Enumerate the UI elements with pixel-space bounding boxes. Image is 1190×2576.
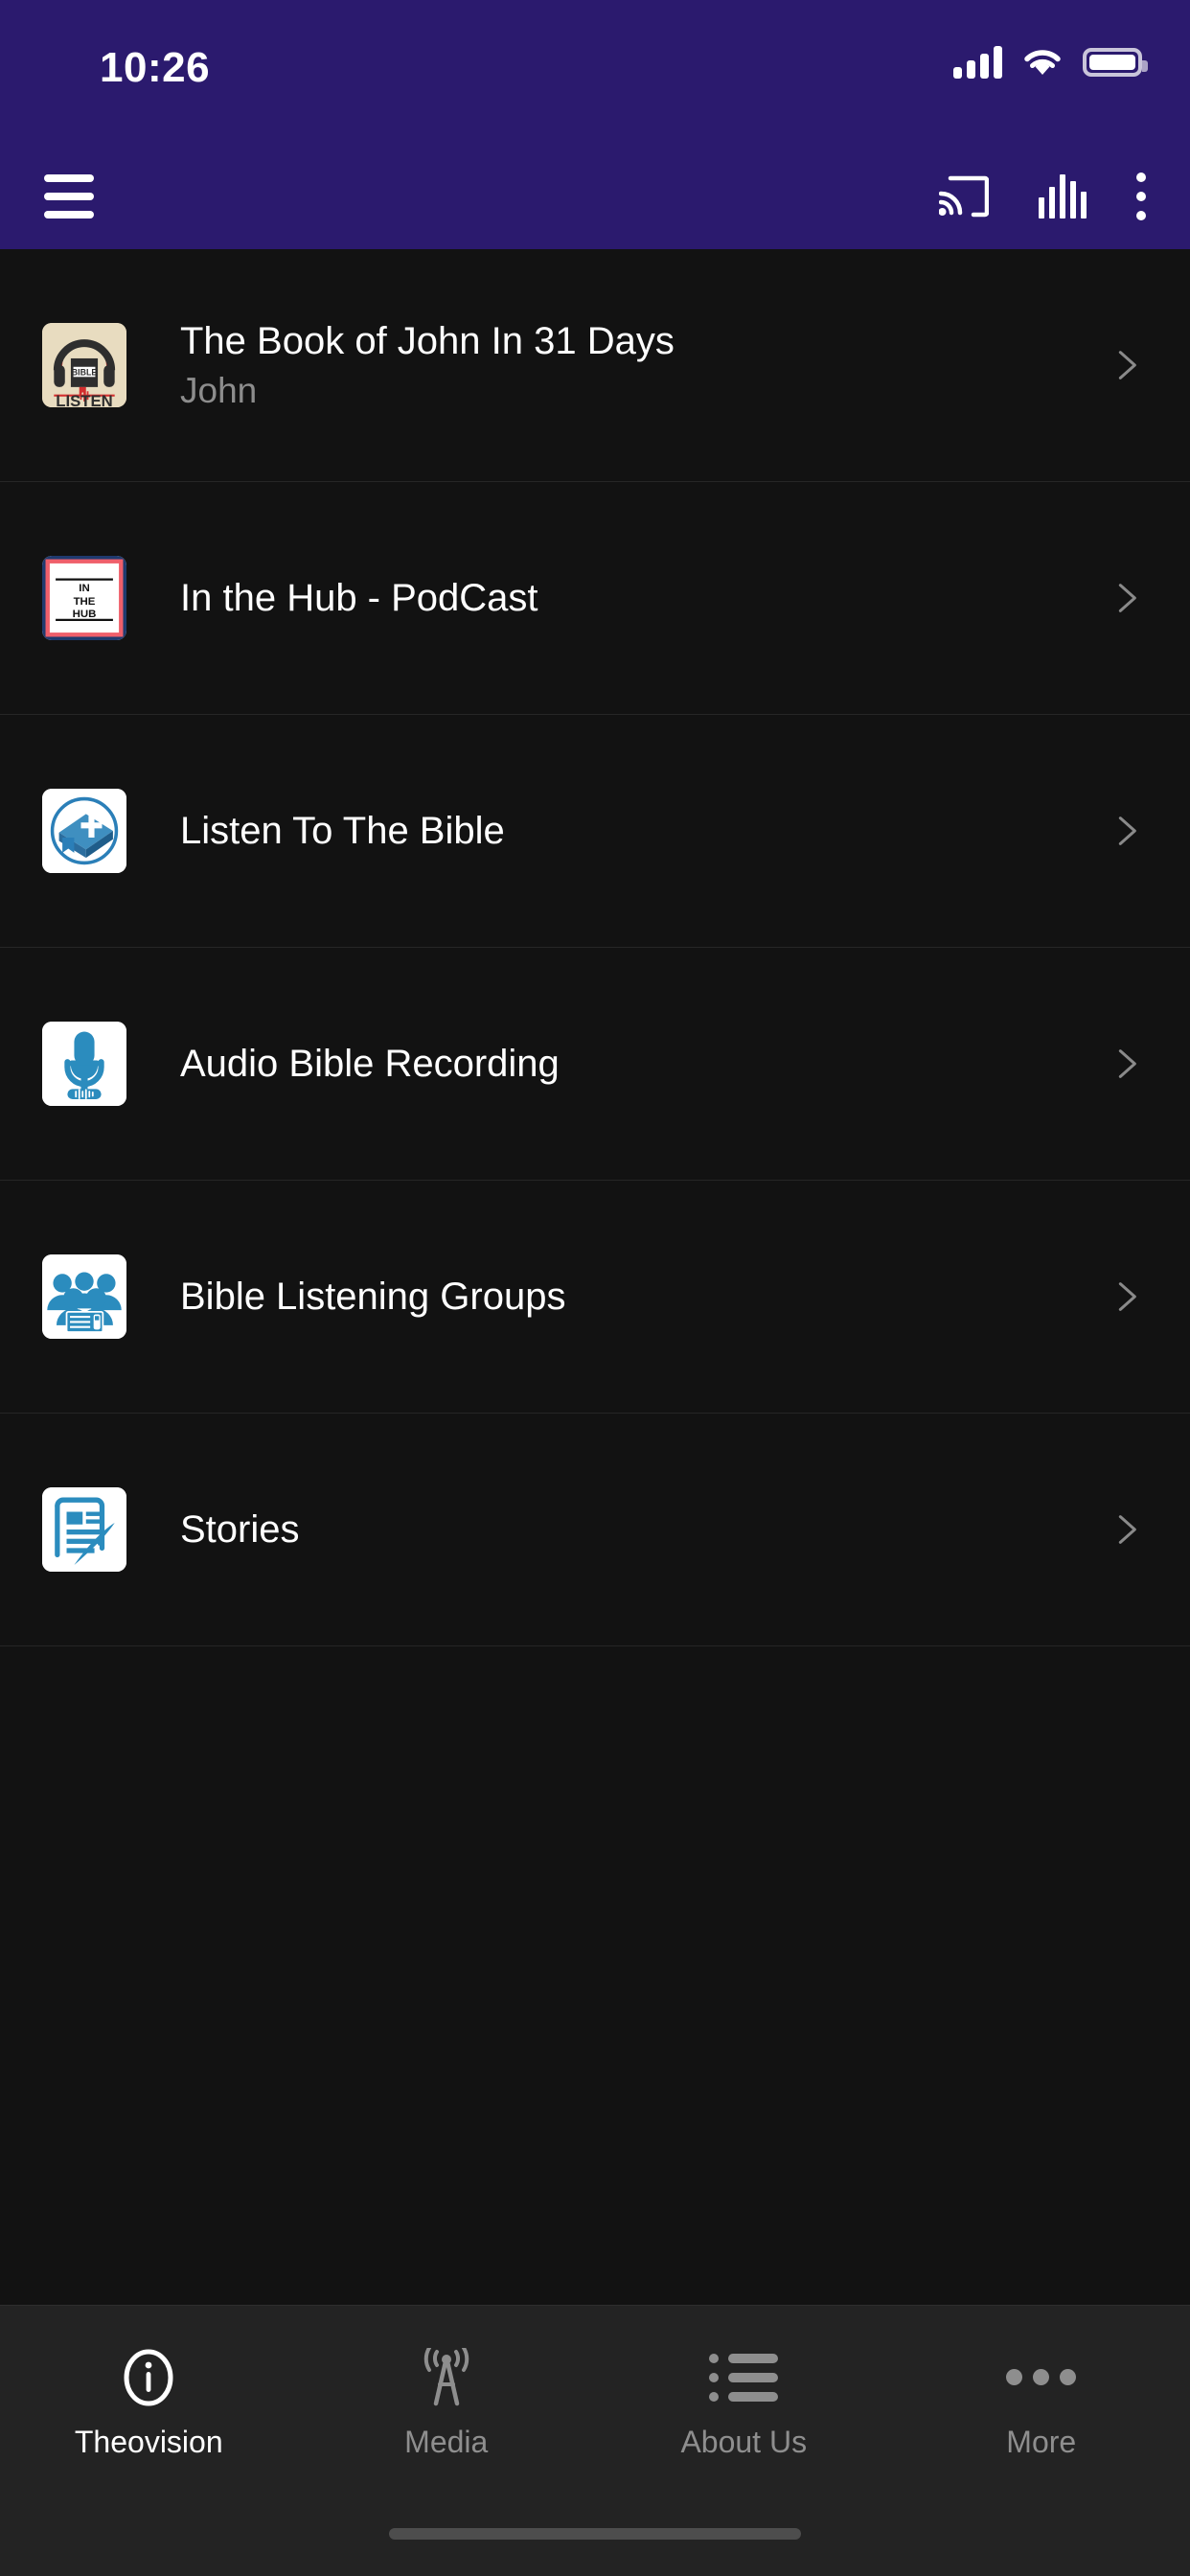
chevron-right-icon: [1118, 351, 1136, 380]
list-item-text: Listen To The Bible: [126, 809, 1108, 853]
wifi-icon: [1024, 50, 1061, 75]
list-item[interactable]: IN THE HUB In the Hub - PodCast: [0, 482, 1190, 715]
list-item[interactable]: Bible Listening Groups: [0, 1181, 1190, 1414]
thumbnail: IN THE HUB: [42, 556, 126, 640]
svg-text:THE: THE: [74, 596, 96, 608]
bible-circle-logo: [42, 789, 126, 873]
battery-full-icon: [1083, 48, 1148, 77]
tab-media[interactable]: Media: [298, 2306, 596, 2492]
list-item-text: Bible Listening Groups: [126, 1275, 1108, 1319]
list-item-title: The Book of John In 31 Days: [180, 320, 675, 363]
people-group-logo: [42, 1254, 126, 1339]
svg-text:BIBLE: BIBLE: [72, 368, 98, 378]
content-list: BIBLE LISTEN The Book of John In 31 Days…: [0, 249, 1190, 2305]
list-item[interactable]: Audio Bible Recording: [0, 948, 1190, 1181]
list-item-text: Audio Bible Recording: [126, 1042, 1108, 1086]
list-item-title: In the Hub - PodCast: [180, 577, 538, 619]
svg-text:LISTEN: LISTEN: [56, 392, 112, 407]
article-pen-logo: [42, 1487, 126, 1572]
in-the-hub-logo: IN THE HUB: [42, 556, 126, 640]
broadcast-tower-icon: [419, 2347, 474, 2407]
list-item-text: In the Hub - PodCast: [126, 576, 1108, 620]
app-bar: [0, 144, 1190, 249]
list-item[interactable]: Listen To The Bible: [0, 715, 1190, 948]
tab-more[interactable]: More: [893, 2306, 1190, 2492]
chevron-right-icon: [1118, 816, 1136, 845]
cellular-signal-icon: [953, 46, 1002, 79]
list-item[interactable]: Stories: [0, 1414, 1190, 1646]
status-icons: [953, 46, 1148, 79]
bible-listen-logo: BIBLE LISTEN: [42, 323, 126, 407]
app-bar-actions: [939, 172, 1146, 220]
status-bar: 10:26: [0, 0, 1190, 144]
tab-label: About Us: [680, 2424, 808, 2459]
list-item-subtitle: John: [180, 371, 258, 411]
tab-label: More: [1006, 2424, 1077, 2459]
audio-equalizer-icon[interactable]: [1039, 174, 1087, 218]
tab-theovision[interactable]: Theovision: [0, 2306, 298, 2492]
list-item-title: Stories: [180, 1508, 300, 1551]
thumbnail: BIBLE LISTEN: [42, 323, 126, 407]
list-item-title: Audio Bible Recording: [180, 1043, 560, 1085]
list-item[interactable]: BIBLE LISTEN The Book of John In 31 Days…: [0, 249, 1190, 482]
bulleted-list-icon: [709, 2348, 779, 2407]
thumbnail: [42, 1254, 126, 1339]
status-time: 10:26: [100, 44, 211, 91]
home-indicator[interactable]: [389, 2528, 801, 2540]
home-indicator-area: [0, 2492, 1190, 2576]
list-item-text: The Book of John In 31 Days John: [126, 319, 1108, 411]
more-vertical-icon[interactable]: [1136, 172, 1146, 220]
thumbnail: [42, 1022, 126, 1106]
chromecast-icon[interactable]: [939, 174, 989, 218]
thumbnail: [42, 1487, 126, 1572]
more-horizontal-icon: [1006, 2348, 1077, 2407]
hamburger-menu-icon[interactable]: [44, 174, 94, 218]
chevron-right-icon: [1118, 1282, 1136, 1311]
list-item-text: Stories: [126, 1507, 1108, 1552]
list-item-title: Listen To The Bible: [180, 810, 505, 852]
list-item-title: Bible Listening Groups: [180, 1276, 566, 1318]
bottom-tab-bar: Theovision Media About Us More: [0, 2305, 1190, 2492]
chevron-right-icon: [1118, 1515, 1136, 1544]
info-circle-icon: [122, 2348, 175, 2407]
svg-text:HUB: HUB: [73, 609, 97, 620]
chevron-right-icon: [1118, 1049, 1136, 1078]
app-screen: 10:26 BIBLE LISTEN The Book of John In 3…: [0, 0, 1190, 2576]
tab-label: Theovision: [74, 2424, 223, 2459]
thumbnail: [42, 789, 126, 873]
svg-text:IN: IN: [79, 583, 89, 594]
microphone-logo: [42, 1022, 126, 1106]
tab-about-us[interactable]: About Us: [595, 2306, 893, 2492]
chevron-right-icon: [1118, 584, 1136, 612]
tab-label: Media: [404, 2424, 489, 2459]
